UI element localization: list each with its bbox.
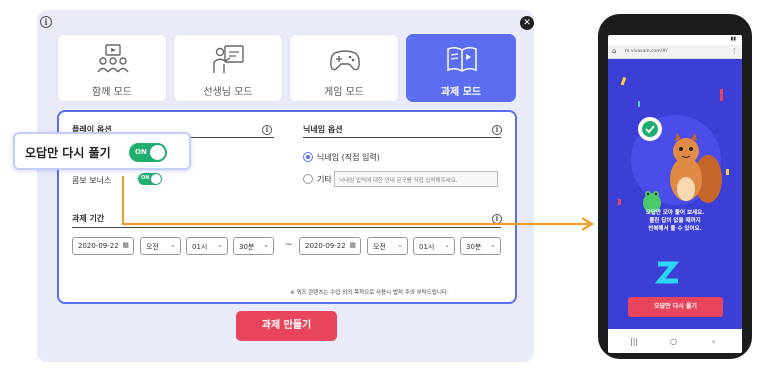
start-ampm-select[interactable]: 오전 ⌄ <box>140 237 181 255</box>
home-icon[interactable]: ⌂ <box>612 47 616 55</box>
select-value: 01시 <box>192 243 208 251</box>
chevron-down-icon: ⌄ <box>490 241 496 249</box>
end-date-value: 2020-09-22 <box>305 242 346 250</box>
nickname-options-title: 닉네임 옵션 <box>303 125 343 134</box>
url-text: m.vivasam.com/#/ <box>625 49 668 54</box>
select-value: 오전 <box>373 243 386 251</box>
info-icon[interactable]: i <box>40 16 52 28</box>
mode-tile-together[interactable]: 함께 모드 <box>57 34 167 102</box>
nickname-guide-input[interactable]: 닉네임 입력에 대한 안내 문구를 직접 입력해주세요. <box>334 171 498 187</box>
end-minute-select[interactable]: 30분 ⌄ <box>460 237 501 255</box>
message-line: 오답만 모아 풀어 보세요. <box>645 210 705 216</box>
gamepad-icon <box>330 50 360 71</box>
end-ampm-select[interactable]: 오전 ⌄ <box>367 237 408 255</box>
mode-label: 게임 모드 <box>324 87 364 98</box>
nickname-other-label: 기타 <box>317 175 332 184</box>
end-date-picker[interactable]: 2020-09-22 ▦ <box>299 237 361 255</box>
info-icon[interactable]: i <box>262 125 272 135</box>
chevron-down-icon: ⌄ <box>263 241 269 249</box>
callout-label: 오답만 다시 풀기 <box>25 146 111 160</box>
chevron-down-icon: ⌄ <box>170 241 176 249</box>
start-hour-select[interactable]: 01시 ⌄ <box>186 237 228 255</box>
nickname-direct-label: 닉네임 (직접 입력) <box>317 153 380 162</box>
more-menu-icon[interactable]: ⋮ <box>731 47 738 55</box>
wrong-answer-retry-toggle[interactable]: ON <box>129 143 167 162</box>
nickname-other-radio[interactable] <box>303 174 313 184</box>
phone-screen: ▮▮ ⌂ m.vivasam.com/#/ ⋮ 오답만 모아 풀어 보세요. 틀… <box>608 35 742 353</box>
android-nav-bar: ||| ○ ‹ <box>608 335 742 353</box>
chevron-down-icon: ⌄ <box>397 241 403 249</box>
message-line: 반복해서 풀 수 있어요. <box>648 226 702 232</box>
toggle-knob <box>150 145 165 160</box>
chevron-down-icon: ⌄ <box>217 241 223 249</box>
period-separator: ~ <box>285 240 293 250</box>
period-title: 과제 기간 <box>72 214 105 223</box>
retry-wrong-answers-button[interactable]: 오답만 다시 풀기 <box>628 297 723 317</box>
mode-tile-teacher[interactable]: 선생님 모드 <box>173 34 283 102</box>
divider <box>72 227 501 228</box>
usage-footnote: ※ 퀴즈 콘텐츠는 수업 외의 목적으로 사용시 법적 주의 부탁드립니다. <box>290 290 449 296</box>
teacher-board-icon <box>213 45 244 73</box>
calendar-icon: ▦ <box>122 241 129 249</box>
select-value: 30분 <box>466 243 482 251</box>
start-date-picker[interactable]: 2020-09-22 ▦ <box>72 237 134 255</box>
divider <box>303 137 501 138</box>
message-line: 틀린 답이 없을 때까지 <box>649 218 701 224</box>
info-icon[interactable]: i <box>492 214 502 224</box>
combo-bonus-label: 콤보 보너스 <box>72 176 112 185</box>
mode-label: 선생님 모드 <box>203 87 253 98</box>
wrong-answer-retry-callout: 오답만 다시 풀기 ON <box>13 132 191 170</box>
status-bar: ▮▮ <box>608 35 742 45</box>
mode-tile-assignment[interactable]: 과제 모드 <box>406 34 516 102</box>
start-minute-select[interactable]: 30분 ⌄ <box>233 237 274 255</box>
mascot-illustration <box>618 76 729 284</box>
retry-message: 오답만 모아 풀어 보세요. 틀린 답이 없을 때까지 반복해서 풀 수 있어요… <box>608 209 742 233</box>
back-icon[interactable]: ‹ <box>712 337 715 346</box>
group-video-icon <box>97 44 129 73</box>
combo-bonus-toggle[interactable]: ON <box>138 173 162 185</box>
mode-label: 함께 모드 <box>92 87 132 98</box>
calendar-icon: ▦ <box>349 241 356 249</box>
toggle-state-text: ON <box>135 148 147 156</box>
end-hour-select[interactable]: 01시 ⌄ <box>413 237 455 255</box>
quiz-screen: 오답만 모아 풀어 보세요. 틀린 답이 없을 때까지 반복해서 풀 수 있어요… <box>608 59 742 329</box>
info-icon[interactable]: i <box>492 125 502 135</box>
mode-label: 과제 모드 <box>440 87 482 98</box>
stage: i ✕ 함께 모드 선생님 모드 게임 모드 과제 모드 플레이 옵션 i 콤보… <box>0 0 762 374</box>
signal-battery-icon: ▮▮ <box>730 36 736 42</box>
recent-apps-icon[interactable]: ||| <box>630 337 638 346</box>
toggle-state-text: ON <box>141 175 150 181</box>
home-button-icon[interactable]: ○ <box>670 337 677 346</box>
start-date-value: 2020-09-22 <box>78 242 119 250</box>
toggle-knob <box>151 174 161 184</box>
browser-url-bar[interactable]: ⌂ m.vivasam.com/#/ ⋮ <box>608 45 742 59</box>
close-icon[interactable]: ✕ <box>520 16 534 30</box>
select-value: 오전 <box>146 243 159 251</box>
select-value: 01시 <box>419 243 435 251</box>
chevron-down-icon: ⌄ <box>444 241 450 249</box>
mode-tile-game[interactable]: 게임 모드 <box>289 34 399 102</box>
create-assignment-button[interactable]: 과제 만들기 <box>236 311 337 341</box>
book-icon <box>447 46 477 72</box>
nickname-direct-radio[interactable] <box>303 152 313 162</box>
select-value: 30분 <box>239 243 255 251</box>
